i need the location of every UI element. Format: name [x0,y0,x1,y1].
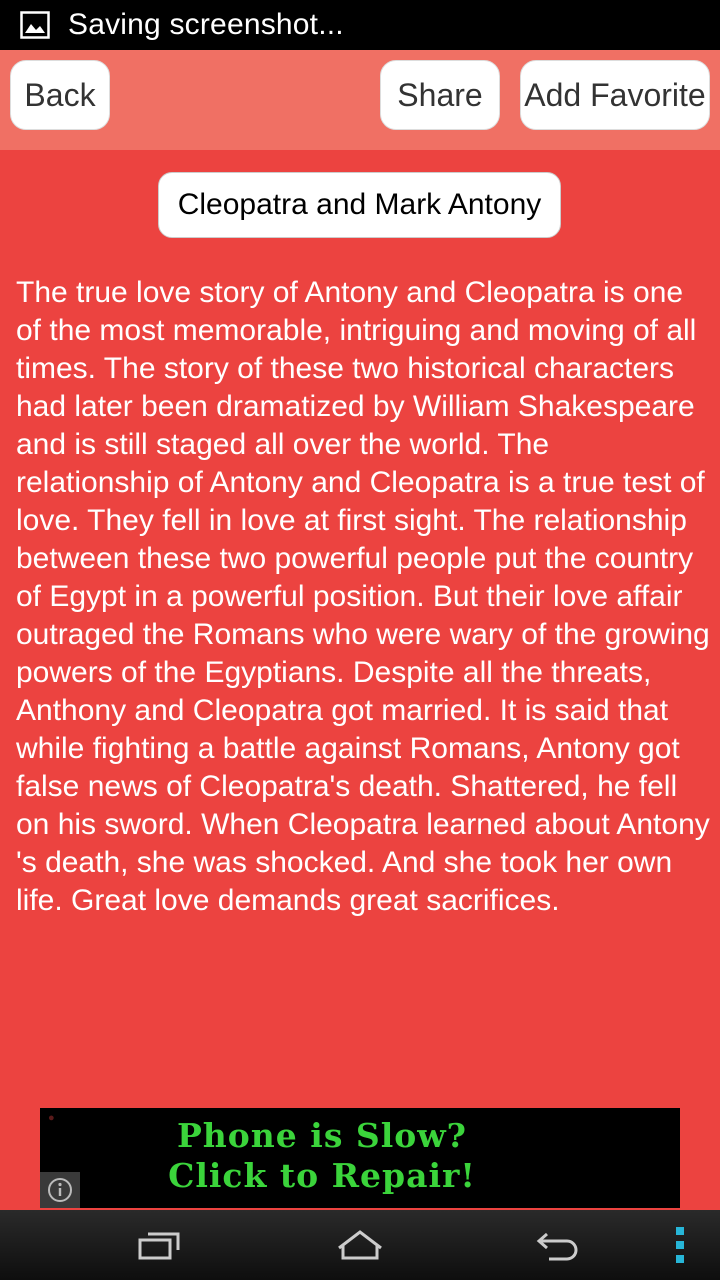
ad-line-1: Phone is Slow? [176,1116,468,1155]
share-button[interactable]: Share [380,60,500,130]
info-icon[interactable] [40,1172,80,1208]
add-favorite-button[interactable]: Add Favorite [520,60,710,130]
back-button[interactable]: Back [10,60,110,130]
ad-line-2: Click to Repair! [168,1156,476,1195]
ad-banner[interactable]: ● Phone is Slow? Click to Repair! [40,1108,680,1208]
menu-icon[interactable] [668,1222,692,1268]
back-icon[interactable] [530,1222,586,1268]
recent-apps-icon[interactable] [132,1222,188,1268]
story-title: Cleopatra and Mark Antony [158,172,561,238]
story-body: The true love story of Antony and Cleopa… [16,276,710,917]
status-text: Saving screenshot... [68,8,344,41]
status-bar: Saving screenshot... [0,0,720,50]
home-icon[interactable] [330,1222,390,1268]
image-icon [20,11,50,39]
navigation-bar [0,1210,720,1280]
toolbar: Back Share Add Favorite [0,50,720,150]
